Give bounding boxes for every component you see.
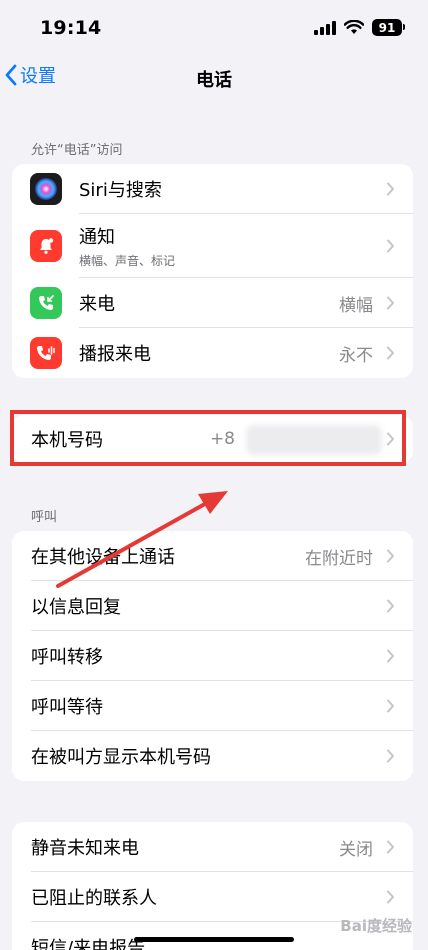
section-header-calls: 呼叫	[31, 510, 58, 525]
page-title: 电话	[196, 70, 232, 91]
chevron-right-icon	[387, 890, 394, 904]
siri-icon	[30, 173, 62, 205]
row-calls-other-devices[interactable]: 在其他设备上通话 在附近时	[12, 531, 413, 581]
chevron-right-icon	[387, 182, 394, 196]
row-value: 横幅	[339, 295, 373, 316]
bell-icon	[30, 230, 62, 262]
row-label: 播报来电	[79, 344, 151, 365]
row-label: 呼叫等待	[31, 697, 103, 718]
chevron-right-icon	[387, 239, 394, 253]
chevron-right-icon	[387, 699, 394, 713]
row-label: 来电	[79, 294, 115, 315]
battery-level: 91	[378, 20, 396, 35]
row-label: 在被叫方显示本机号码	[31, 747, 211, 768]
row-incoming-call[interactable]: 来电 横幅	[12, 278, 413, 328]
row-respond-with-text[interactable]: 以信息回复	[12, 581, 413, 631]
row-label: 静音未知来电	[31, 838, 139, 859]
cellular-signal-icon	[314, 20, 336, 35]
annotation-highlight-box	[10, 410, 406, 466]
row-notifications[interactable]: 通知 横幅、声音、标记	[12, 214, 413, 278]
chevron-right-icon	[387, 840, 394, 854]
row-call-waiting[interactable]: 呼叫等待	[12, 681, 413, 731]
chevron-right-icon	[387, 599, 394, 613]
chevron-right-icon	[387, 649, 394, 663]
row-subtitle: 横幅、声音、标记	[79, 254, 176, 268]
wifi-icon	[344, 20, 364, 34]
row-call-forwarding[interactable]: 呼叫转移	[12, 631, 413, 681]
row-label: 已阻止的联系人	[31, 888, 157, 909]
row-label: 在其他设备上通话	[31, 547, 175, 568]
chevron-right-icon	[387, 296, 394, 310]
chevron-right-icon	[387, 346, 394, 360]
section-header-access: 允许“电话”访问	[31, 143, 123, 158]
access-group: Siri与搜索 通知 横幅、声音、标记 来电 横幅 播报来电 永不	[12, 164, 413, 378]
navigation-bar: 设置 电话	[0, 56, 428, 100]
watermark: Bai度经验	[340, 917, 412, 935]
row-announce-calls[interactable]: 播报来电 永不	[12, 328, 413, 378]
battery-icon: 91	[372, 19, 405, 36]
status-icons: 91	[314, 19, 405, 36]
row-text: 通知 横幅、声音、标记	[79, 223, 175, 269]
home-indicator[interactable]	[134, 937, 294, 942]
row-label: 以信息回复	[31, 597, 121, 618]
row-value: 在附近时	[305, 548, 373, 569]
incoming-call-icon	[30, 287, 62, 319]
row-value: 关闭	[339, 839, 373, 860]
row-siri-search[interactable]: Siri与搜索	[12, 164, 413, 214]
row-silence-unknown-callers[interactable]: 静音未知来电 关闭	[12, 822, 413, 872]
row-label: Siri与搜索	[79, 180, 162, 201]
status-time: 19:14	[40, 17, 102, 39]
calls-group: 在其他设备上通话 在附近时 以信息回复 呼叫转移 呼叫等待 在被叫方显示本机号码	[12, 531, 413, 781]
chevron-right-icon	[387, 549, 394, 563]
row-value: 永不	[339, 345, 373, 366]
row-label: 通知	[79, 227, 115, 248]
phone-settings-screen: 19:14 91 设置 电话 允许“电话”访问 Siri与搜索 通知 横幅、声音…	[0, 0, 428, 950]
chevron-right-icon	[387, 749, 394, 763]
announce-call-icon	[30, 337, 62, 369]
row-label: 短信/来电报告	[31, 938, 146, 950]
row-label: 呼叫转移	[31, 647, 103, 668]
row-show-caller-id[interactable]: 在被叫方显示本机号码	[12, 731, 413, 781]
status-bar: 19:14 91	[0, 0, 428, 56]
